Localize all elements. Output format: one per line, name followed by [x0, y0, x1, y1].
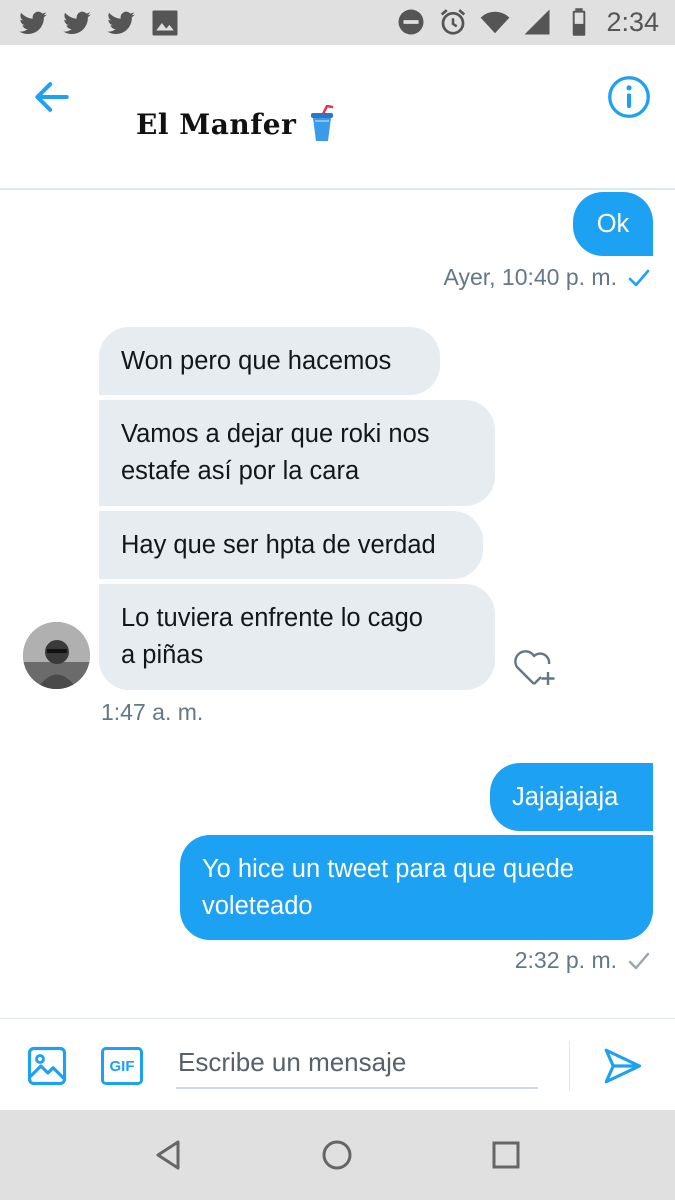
- message-list[interactable]: Ok Ayer, 10:40 p. m. Won pero que hacemo…: [0, 192, 675, 1018]
- seen-check-icon: [628, 269, 650, 286]
- conversation-title[interactable]: El Manfer: [136, 105, 336, 143]
- status-bar-system: 2:34: [396, 6, 659, 38]
- conversation-header: El Manfer: [0, 45, 675, 190]
- twitter-icon: [19, 11, 47, 35]
- heart-add-icon[interactable]: [511, 648, 557, 688]
- message-composer: GIF: [0, 1018, 675, 1110]
- timestamp-text: Ayer, 10:40 p. m.: [443, 264, 617, 290]
- twitter-icon: [63, 11, 91, 35]
- cup-with-straw-icon: [311, 105, 334, 141]
- composer-divider: [569, 1041, 570, 1091]
- message-text-line: Lo tuviera enfrente lo cago: [121, 604, 423, 632]
- message-timestamp: Ayer, 10:40 p. m.: [444, 264, 651, 291]
- send-icon[interactable]: [601, 1045, 643, 1087]
- twitter-icon: [107, 11, 135, 35]
- message-incoming[interactable]: Won pero que hacemos: [99, 327, 440, 395]
- message-text-line: estafe así por la cara: [121, 457, 360, 485]
- message-text-line: a piñas: [121, 641, 204, 669]
- image-icon[interactable]: [26, 1045, 68, 1087]
- wifi-icon: [481, 11, 510, 34]
- message-timestamp: 1:47 a. m.: [101, 699, 203, 726]
- battery-icon: [573, 8, 586, 36]
- status-time: 2:34: [606, 7, 659, 37]
- avatar[interactable]: [23, 622, 90, 689]
- message-outgoing[interactable]: Yo hice un tweet para que quede voletead…: [180, 835, 653, 940]
- avatar-image: [23, 622, 90, 689]
- back-arrow-icon[interactable]: [30, 75, 74, 119]
- recents-square-icon[interactable]: [489, 1138, 523, 1172]
- conversation-name: El Manfer: [136, 107, 297, 141]
- alarm-icon: [441, 9, 466, 35]
- timestamp-text: 1:47 a. m.: [101, 699, 204, 725]
- message-text-line: Vamos a dejar que roki nos: [121, 420, 430, 448]
- back-triangle-icon[interactable]: [152, 1138, 186, 1172]
- status-bar: 2:34: [0, 0, 675, 45]
- message-text-line: Yo hice un tweet para que quede: [202, 855, 574, 883]
- timestamp-text: 2:32 p. m.: [514, 947, 617, 973]
- message-incoming[interactable]: Vamos a dejar que roki nos estafe así po…: [99, 400, 495, 506]
- info-icon[interactable]: [607, 75, 651, 119]
- home-circle-icon[interactable]: [320, 1138, 354, 1172]
- dnd-icon: [398, 9, 424, 35]
- message-timestamp: 2:32 p. m.: [515, 947, 651, 974]
- sent-check-icon: [628, 952, 650, 969]
- message-text: Hay que ser hpta de verdad: [121, 531, 436, 559]
- gif-button[interactable]: GIF: [101, 1047, 143, 1085]
- status-bar-notifications: [18, 8, 180, 38]
- android-nav-bar: [0, 1110, 675, 1200]
- message-input[interactable]: [176, 1037, 538, 1089]
- message-incoming[interactable]: Hay que ser hpta de verdad: [99, 511, 483, 579]
- signal-icon: [524, 9, 550, 35]
- message-outgoing[interactable]: Ok: [573, 192, 653, 256]
- message-text: Jajajajaja: [512, 783, 619, 811]
- message-outgoing[interactable]: Jajajajaja: [490, 763, 653, 831]
- message-text-line: voleteado: [202, 892, 313, 920]
- message-incoming[interactable]: Lo tuviera enfrente lo cago a piñas: [99, 584, 495, 690]
- message-text: Ok: [596, 210, 630, 238]
- gif-label: GIF: [109, 1057, 135, 1075]
- gallery-icon: [152, 10, 178, 36]
- message-text: Won pero que hacemos: [121, 347, 392, 375]
